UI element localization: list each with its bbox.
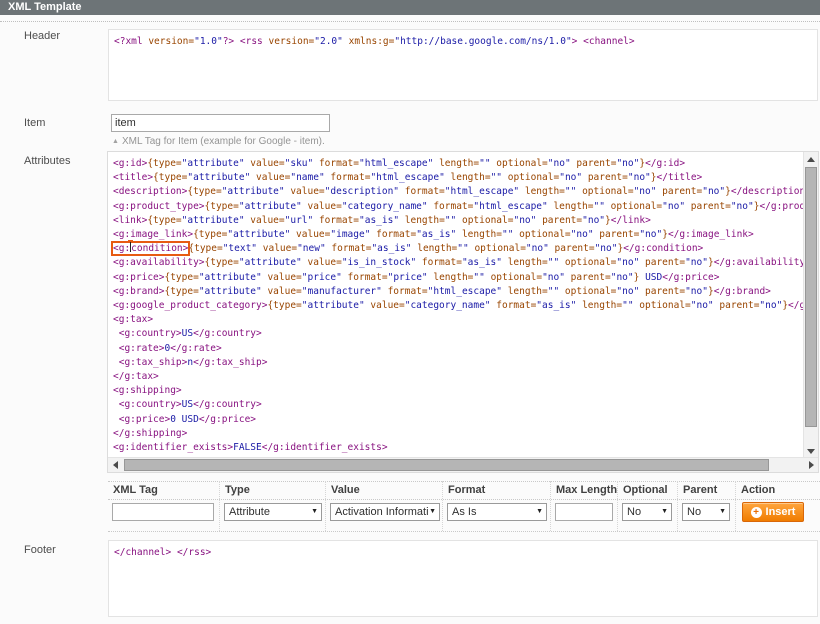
column-action: Action + Insert — [736, 481, 820, 531]
arrow-left-icon — [113, 461, 118, 469]
dropdown-arrow-icon: ▼ — [661, 504, 668, 520]
vertical-scroll-thumb[interactable] — [805, 167, 817, 427]
column-value: Value Activation Informatio ▼ — [326, 481, 443, 531]
attributes-code-area[interactable]: <g:id>{type="attribute" value="sku" form… — [108, 152, 814, 463]
condition-tag-highlight: <g:condition> — [113, 243, 188, 254]
code-line: <g:price>{type="attribute" value="price"… — [113, 271, 809, 285]
column-parent: Parent No ▼ — [678, 481, 736, 531]
code-line: <link>{type="attribute" value="url" form… — [113, 214, 809, 228]
value-header: Value — [331, 484, 360, 496]
insert-attribute-row: XML Tag Type Attribute ▼ Value Activatio… — [108, 481, 820, 531]
code-line: <g:tax_ship>n</g:tax_ship> — [113, 356, 809, 370]
optional-header: Optional — [623, 484, 668, 496]
note-triangle-icon: ▲ — [112, 138, 119, 145]
scroll-right-button[interactable] — [804, 458, 818, 472]
dropdown-arrow-icon: ▼ — [719, 504, 726, 520]
optional-selected-value: No — [627, 506, 641, 518]
attributes-horizontal-scrollbar[interactable] — [108, 457, 818, 472]
column-format: Format As Is ▼ — [443, 481, 551, 531]
code-line: <g:availability>{type="attribute" value=… — [113, 256, 809, 270]
column-xml-tag: XML Tag — [108, 481, 220, 531]
code-line: <g:condition>{type="text" value="new" fo… — [113, 242, 809, 256]
xml-tag-input[interactable] — [112, 503, 214, 521]
type-selected-value: Attribute — [229, 506, 270, 518]
panel-title: XML Template — [8, 1, 82, 13]
plus-icon: + — [751, 507, 762, 518]
code-line: <g:identifier_exists>FALSE</g:identifier… — [113, 441, 809, 455]
xml-tag-header: XML Tag — [113, 484, 158, 496]
header-template-field[interactable]: <?xml version="1.0"?> <rss version="2.0"… — [108, 29, 818, 101]
horizontal-scroll-thumb[interactable] — [124, 459, 769, 471]
arrow-right-icon — [809, 461, 814, 469]
code-line: <g:image_link>{type="attribute" value="i… — [113, 228, 809, 242]
max-length-header: Max Length — [556, 484, 617, 496]
type-header: Type — [225, 484, 250, 496]
footer-template-field[interactable]: </channel> </rss> — [108, 540, 818, 617]
dropdown-arrow-icon: ▼ — [311, 504, 318, 520]
header-template-code: <?xml version="1.0"?> <rss version="2.0"… — [109, 30, 817, 100]
parent-header: Parent — [683, 484, 717, 496]
panel-title-bar: XML Template — [0, 0, 820, 15]
format-selected-value: As Is — [452, 506, 476, 518]
action-header: Action — [741, 484, 775, 496]
arrow-down-icon — [807, 449, 815, 454]
max-length-input[interactable] — [555, 503, 613, 521]
scroll-down-button[interactable] — [804, 444, 818, 458]
insert-button-label: Insert — [766, 506, 796, 518]
code-line: <g:rate>0</g:rate> — [113, 342, 809, 356]
parent-select[interactable]: No ▼ — [682, 503, 730, 521]
code-line: <g:price>0 USD</g:price> — [113, 413, 809, 427]
column-optional: Optional No ▼ — [618, 481, 678, 531]
title-separator — [0, 21, 820, 22]
code-line: <title>{type="attribute" value="name" fo… — [113, 171, 809, 185]
format-select[interactable]: As Is ▼ — [447, 503, 547, 521]
insert-button[interactable]: + Insert — [742, 502, 804, 522]
header-section-label: Header — [24, 30, 60, 42]
value-select[interactable]: Activation Informatio ▼ — [330, 503, 440, 521]
dropdown-arrow-icon: ▼ — [429, 504, 436, 520]
code-line: <g:id>{type="attribute" value="sku" form… — [113, 157, 809, 171]
item-section-label: Item — [24, 117, 45, 129]
format-header: Format — [448, 484, 485, 496]
attributes-template-editor[interactable]: <g:id>{type="attribute" value="sku" form… — [107, 151, 819, 473]
code-line: <description>{type="attribute" value="de… — [113, 185, 809, 199]
attributes-vertical-scrollbar[interactable] — [803, 152, 818, 458]
code-line: <g:country>US</g:country> — [113, 398, 809, 412]
code-line: <g:country>US</g:country> — [113, 327, 809, 341]
item-note-text: XML Tag for Item (example for Google - i… — [122, 136, 325, 147]
code-line: </g:shipping> — [113, 427, 809, 441]
code-line: <g:tax> — [113, 313, 809, 327]
scroll-left-button[interactable] — [108, 458, 122, 472]
optional-select[interactable]: No ▼ — [622, 503, 672, 521]
code-line: </g:tax> — [113, 370, 809, 384]
item-note: ▲XML Tag for Item (example for Google - … — [112, 136, 325, 147]
value-selected-value: Activation Informatio — [335, 506, 435, 518]
item-tag-input[interactable] — [111, 114, 330, 132]
code-line: <g:shipping> — [113, 384, 809, 398]
arrow-up-icon — [807, 157, 815, 162]
column-max-length: Max Length — [551, 481, 618, 531]
code-line: <g:brand>{type="attribute" value="manufa… — [113, 285, 809, 299]
column-type: Type Attribute ▼ — [220, 481, 326, 531]
dropdown-arrow-icon: ▼ — [536, 504, 543, 520]
code-line: <g:google_product_category>{type="attrib… — [113, 299, 809, 313]
scroll-up-button[interactable] — [804, 152, 818, 166]
parent-selected-value: No — [687, 506, 701, 518]
type-select[interactable]: Attribute ▼ — [224, 503, 322, 521]
code-line: <g:product_type>{type="attribute" value=… — [113, 200, 809, 214]
table-bottom-divider — [108, 531, 820, 532]
footer-template-code: </channel> </rss> — [109, 541, 817, 616]
footer-section-label: Footer — [24, 544, 56, 556]
attributes-section-label: Attributes — [24, 155, 70, 167]
